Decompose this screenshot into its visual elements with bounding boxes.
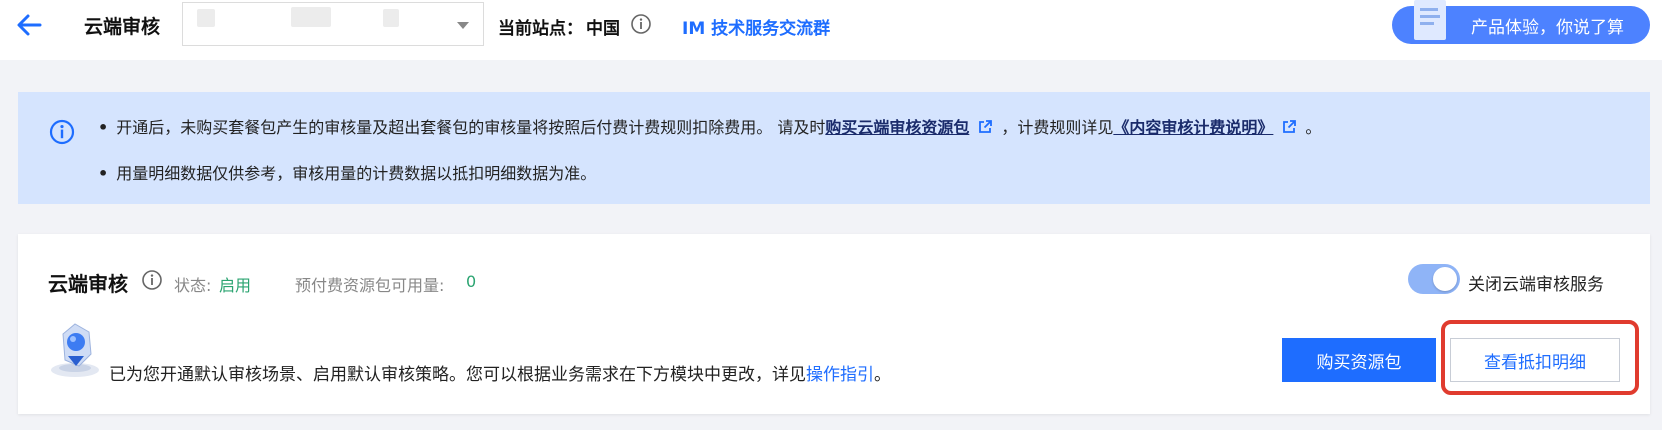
prepaid-value: 0 — [466, 272, 477, 291]
notice-line-usage: • 用量明细数据仅供参考，审核用量的计费数据以抵扣明细数据为准。 — [98, 160, 596, 184]
description-text: 已为您开通默认审核场景、启用默认审核策略。您可以根据业务需求在下方模块中更改，详… — [109, 365, 806, 385]
buy-package-button[interactable]: 购买资源包 — [1282, 338, 1436, 382]
prepaid-label: 预付费资源包可用量: — [295, 276, 445, 295]
card-title: 云端审核 — [48, 272, 128, 296]
toggle-knob — [1433, 267, 1457, 291]
notice-text: ，计费规则详见 — [1001, 118, 1114, 137]
guide-link[interactable]: 操作指引 — [806, 365, 874, 385]
info-icon[interactable] — [141, 269, 163, 291]
external-link-icon[interactable] — [1281, 119, 1297, 135]
notice-text: 开通后，未购买套餐包产生的审核量及超出套餐包的审核量将按照后付费计费规则扣除费用… — [116, 118, 826, 137]
chevron-down-icon — [457, 22, 469, 29]
im-group-link[interactable]: IM 技术服务交流群 — [682, 14, 830, 39]
service-toggle[interactable] — [1408, 264, 1460, 294]
notice-line-billing: • 开通后，未购买套餐包产生的审核量及超出套餐包的审核量将按照后付费计费规则扣除费… — [98, 114, 1321, 138]
service-description: 已为您开通默认审核场景、启用默认审核策略。您可以根据业务需求在下方模块中更改，详… — [109, 360, 891, 385]
notice-text: 用量明细数据仅供参考，审核用量的计费数据以抵扣明细数据为准。 — [116, 164, 597, 183]
redacted-block — [383, 9, 399, 27]
site-label: 当前站点： — [498, 19, 583, 39]
back-arrow-icon[interactable] — [14, 10, 44, 40]
redacted-block — [291, 7, 331, 27]
bullet: • — [98, 118, 109, 137]
toggle-label: 关闭云端审核服务 — [1468, 275, 1604, 295]
status-value: 启用 — [219, 276, 252, 295]
billing-doc-link[interactable]: 《内容审核计费说明》 — [1113, 118, 1273, 137]
info-icon — [49, 119, 75, 145]
document-icon — [1414, 0, 1446, 40]
top-header: 云端审核 当前站点： 中国 IM 技术服务交流群 产品体验，你说了算 — [0, 0, 1662, 60]
description-suffix: 。 — [874, 365, 891, 385]
app-select-dropdown[interactable] — [182, 2, 484, 46]
shield-illustration-icon — [51, 323, 99, 377]
notice-text: 。 — [1305, 118, 1322, 137]
view-deduction-detail-button[interactable]: 查看抵扣明细 — [1450, 338, 1620, 382]
external-link-icon[interactable] — [977, 119, 993, 135]
bullet: • — [98, 164, 109, 183]
site-value: 中国 — [586, 19, 620, 39]
redacted-block — [197, 9, 215, 27]
page-title: 云端审核 — [84, 16, 161, 38]
service-card — [18, 234, 1650, 414]
buy-package-link[interactable]: 购买云端审核资源包 — [825, 118, 969, 137]
status-label: 状态: — [174, 276, 212, 295]
feedback-label[interactable]: 产品体验，你说了算 — [1471, 13, 1624, 38]
notice-banner — [18, 92, 1650, 204]
info-icon[interactable] — [630, 13, 652, 35]
